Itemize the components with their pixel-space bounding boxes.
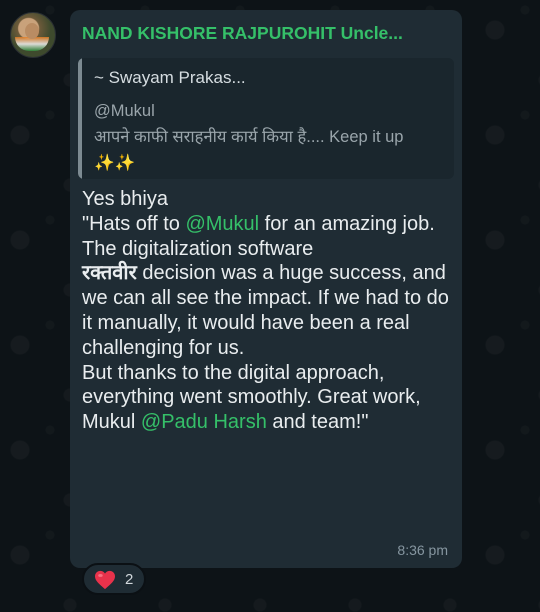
message-bubble[interactable]: NAND KISHORE RAJPUROHIT Uncle... ~ Swaya…: [70, 10, 462, 568]
sender-name[interactable]: NAND KISHORE RAJPUROHIT Uncle...: [82, 23, 403, 44]
mention-padu-harsh[interactable]: @Padu Harsh: [141, 411, 267, 433]
text-part-1: Yes bhiya "Hats off to: [82, 188, 180, 235]
sender-avatar[interactable]: [10, 12, 56, 58]
mention-mukul[interactable]: @Mukul: [185, 213, 259, 235]
quote-bar: [78, 58, 82, 179]
bold-word: रक्तवीर: [82, 262, 137, 285]
quoted-author: ~ Swayam Prakas...: [94, 68, 246, 87]
text-part-4: and team!": [266, 411, 369, 434]
quoted-message[interactable]: ~ Swayam Prakas... @Mukul आपने काफी सराह…: [78, 58, 454, 179]
avatar-flag-graphic: [15, 37, 49, 51]
reaction-count: 2: [125, 571, 134, 588]
avatar-face-graphic: [25, 23, 39, 39]
message-timestamp: 8:36 pm: [397, 542, 448, 558]
message-text: Yes bhiya "Hats off to @Mukul for an ama…: [82, 187, 452, 435]
heart-icon: [95, 570, 115, 590]
reaction-pill[interactable]: 2: [82, 563, 146, 595]
text-part-3: decision was a huge success, and we can …: [82, 262, 449, 434]
quoted-text: @Mukul आपने काफी सराहनीय कार्य किया है..…: [94, 102, 404, 172]
